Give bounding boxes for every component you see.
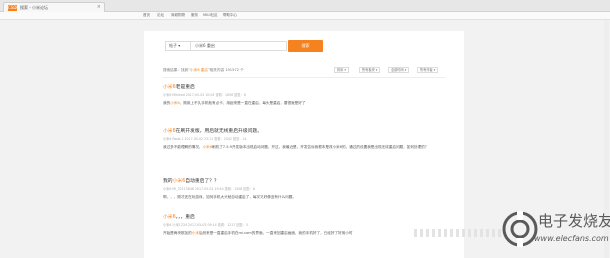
time-filter[interactable]: 全部时间 ▾: [388, 67, 410, 73]
site-nav: 首页 论坛 商城购物 服务 MIUI社区 帮助中心: [0, 12, 610, 20]
nav-item-forum[interactable]: 论坛: [157, 13, 164, 18]
close-icon[interactable]: ×: [97, 4, 101, 10]
watermark-url: www.elecfans.com: [534, 234, 609, 243]
faded-text-strip: [414, 229, 504, 237]
watermark-logo-icon: [502, 211, 538, 247]
result-meta: 小米6 Rado.1 2017-05-02 23:11 查看：2042 回复：1…: [163, 137, 247, 141]
browser-tab-bar: CSDN 搜索 - 小米论坛 ×: [0, 0, 610, 12]
nav-item-shop[interactable]: 商城购物: [171, 13, 185, 18]
nav-item-service[interactable]: 服务: [191, 13, 198, 18]
result-snippet: 啊，，，刚才还在玩游戏，如何手机大头就自动重启了，每次又好像没有什么问题。: [163, 195, 296, 199]
result-title[interactable]: 小米6，，，重启: [163, 213, 448, 220]
result-item: 我的小米6自动重启了？？ 小米6 Mi_32115846 2017-05-02 …: [163, 177, 448, 200]
search-input[interactable]: 小米6 重启: [191, 41, 287, 51]
result-title[interactable]: 小米6老是重启: [163, 83, 448, 90]
result-item: 小米6，，，重启 小米6 小米1234 2017-05-03 09:14 查看：…: [163, 213, 448, 236]
search-button[interactable]: 搜索: [288, 40, 323, 52]
author-filter[interactable]: 所有作者 ▾: [417, 67, 439, 73]
divider: [163, 77, 445, 78]
result-snippet: 我过多不能理解的情况，小米6刷机了7.5.9开发版本出现启动问题，开过，我最近是…: [163, 145, 429, 149]
result-snippet: 开始是两块那加的小米后然来是一直重启手机在mi.com的界面，一直来回重启画面，…: [163, 231, 353, 235]
result-meta: 小米6 Miklead 2017-05-02 10:04 查看：1656 回复：…: [163, 93, 246, 97]
nav-item-miui[interactable]: MIUI社区: [203, 13, 218, 18]
nav-item-home[interactable]: 首页: [143, 13, 150, 18]
search-scope-select[interactable]: 帖子 ▾: [165, 41, 191, 51]
site-logo-icon: CSDN: [8, 4, 20, 11]
browser-tab[interactable]: CSDN 搜索 - 小米论坛 ×: [3, 2, 105, 12]
result-title[interactable]: 我的小米6自动重启了？？: [163, 177, 448, 184]
watermark-text: 电子发烧友: [538, 212, 610, 230]
result-snippet: 我的小米6，刚用上不久手机就有点卡，用起来是一直在重启，每头是重启，要很就是好了: [163, 101, 306, 105]
result-item: 小米6老是重启 小米6 Miklead 2017-05-02 10:04 查看：…: [163, 83, 448, 106]
result-item: 小米6在刷开发版，用后就无线重启升级问题。 小米6 Rado.1 2017-05…: [163, 127, 448, 150]
watermark: 电子发烧友 www.elecfans.com: [500, 206, 610, 252]
result-meta: 小米6 Mi_32115846 2017-05-02 19:44 查看：1508…: [163, 187, 255, 191]
search-results-page: 帖子 ▾ 小米6 重启 搜索 搜索结果：找到“小米6 重启”相关内容 19157…: [144, 31, 464, 258]
board-filter[interactable]: 所有板块 ▾: [359, 67, 381, 73]
stats-prefix: 搜索结果：找到“: [163, 68, 191, 72]
nav-item-help[interactable]: 帮助中心: [223, 13, 237, 18]
sort-filter[interactable]: 排序 ▾: [334, 67, 349, 73]
result-title[interactable]: 小米6在刷开发版，用后就无线重启升级问题。: [163, 127, 448, 134]
stats-suffix: ”相关内容 191572 个: [207, 68, 244, 72]
result-meta: 小米6 小米1234 2017-05-03 09:14 查看：1217 回复：5: [163, 223, 248, 227]
tab-title: 搜索 - 小米论坛: [20, 4, 48, 10]
stats-keyword: 小米6 重启: [190, 68, 208, 72]
result-stats: 搜索结果：找到“小米6 重启”相关内容 191572 个: [163, 68, 244, 73]
